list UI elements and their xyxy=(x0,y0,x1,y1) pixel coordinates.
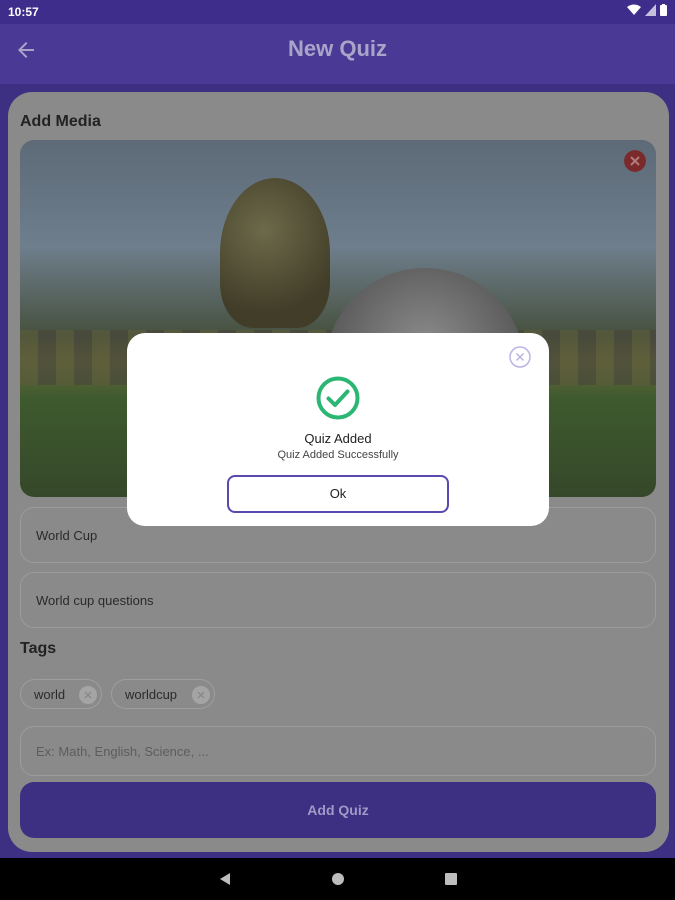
remove-media-icon[interactable] xyxy=(624,150,646,172)
remove-tag-icon[interactable] xyxy=(192,686,210,704)
trophy-image xyxy=(220,178,330,328)
system-nav-bar xyxy=(0,858,675,900)
status-icons xyxy=(627,4,667,16)
tag-chip[interactable]: world xyxy=(20,679,102,709)
dialog-title: Quiz Added xyxy=(304,431,372,446)
tag-chip[interactable]: worldcup xyxy=(111,679,215,709)
back-nav-icon[interactable] xyxy=(218,872,232,886)
status-time: 10:57 xyxy=(8,5,39,19)
check-circle-icon xyxy=(316,376,360,420)
add-media-label: Add Media xyxy=(20,113,101,130)
dialog-message: Quiz Added Successfully xyxy=(277,449,399,461)
app-bar: New Quiz xyxy=(0,24,675,84)
status-bar: 10:57 xyxy=(0,0,675,24)
add-quiz-button[interactable]: Add Quiz xyxy=(20,782,656,838)
quiz-description-value: World cup questions xyxy=(36,593,154,608)
close-icon[interactable] xyxy=(509,346,531,368)
tags-label: Tags xyxy=(20,640,57,657)
wifi-icon xyxy=(627,4,641,15)
quiz-title-value: World Cup xyxy=(36,528,98,543)
tag-chip-label: world xyxy=(34,687,66,702)
quiz-description-field[interactable]: World cup questions xyxy=(20,572,656,628)
battery-icon xyxy=(660,4,667,16)
remove-tag-icon[interactable] xyxy=(79,686,97,704)
ok-button[interactable]: Ok xyxy=(227,475,449,513)
tag-input-placeholder: Ex: Math, English, Science, ... xyxy=(36,744,209,759)
signal-icon xyxy=(645,4,656,16)
page-title: New Quiz xyxy=(287,36,387,61)
tag-input[interactable]: Ex: Math, English, Science, ... xyxy=(20,726,656,776)
home-nav-icon[interactable] xyxy=(331,872,345,886)
success-dialog: Quiz Added Quiz Added Successfully Ok xyxy=(127,333,549,526)
tag-chip-label: worldcup xyxy=(125,687,178,702)
recents-nav-icon[interactable] xyxy=(444,872,458,886)
